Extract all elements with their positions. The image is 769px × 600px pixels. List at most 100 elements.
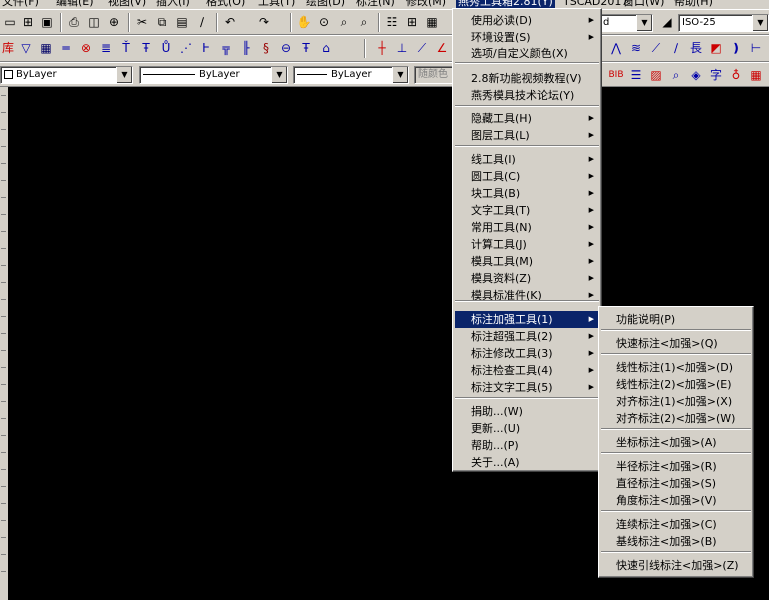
cut-icon[interactable]: ✂ <box>134 14 150 30</box>
pan-icon[interactable]: ✋ <box>296 14 312 30</box>
menu-item[interactable]: 线性标注(1)<加强>(D) <box>601 359 751 376</box>
circle-tool-icon[interactable]: ⊗ <box>78 40 94 56</box>
paste-icon[interactable]: ▤ <box>174 14 190 30</box>
block-icon[interactable]: BIB <box>608 67 624 83</box>
tool-palettes-icon[interactable]: ▦ <box>424 14 440 30</box>
menu-item[interactable]: 图层工具(L) ▶ <box>455 127 599 144</box>
copy-icon[interactable]: ⧉ <box>154 14 170 30</box>
line-icon[interactable]: ∕ <box>668 40 684 56</box>
menu-item[interactable]: 常用工具(N) ▶ <box>455 219 599 236</box>
menubar-item[interactable]: 编辑(E) <box>56 0 94 9</box>
zoom-realtime-icon[interactable]: ⊙ <box>316 14 332 30</box>
save-icon[interactable]: ▣ <box>39 14 55 30</box>
print-preview-icon[interactable]: ◫ <box>86 14 102 30</box>
menu-item[interactable]: 文字工具(T) ▶ <box>455 202 599 219</box>
design-center-icon[interactable]: ⊞ <box>404 14 420 30</box>
menubar-item[interactable]: 工具(T) <box>258 0 295 9</box>
new-file-icon[interactable]: ▭ <box>2 14 18 30</box>
menu-item[interactable]: 计算工具(J) ▶ <box>455 236 599 253</box>
leader-icon[interactable]: ⟋ <box>648 40 664 56</box>
chevron-down-icon[interactable]: ▼ <box>392 67 408 83</box>
menu-item[interactable]: 圆工具(C) ▶ <box>455 168 599 185</box>
menubar-item[interactable]: 修改(M) <box>406 0 446 9</box>
menu-item[interactable]: 线性标注(2)<加强>(E) <box>601 376 751 393</box>
bolt-icon[interactable]: ╟ <box>238 40 254 56</box>
menu-item[interactable]: 角度标注<加强>(V) <box>601 492 751 509</box>
sprue-icon[interactable]: Ŧ <box>298 40 314 56</box>
guide-pin-icon[interactable]: Ⱶ <box>198 40 214 56</box>
menu-item[interactable]: 更新...(U) <box>455 420 599 437</box>
pin-icon[interactable]: Ť <box>118 40 134 56</box>
screw-icon[interactable]: Ů <box>158 40 174 56</box>
dimstyle-combo[interactable]: ISO-25 ▼ <box>678 14 769 32</box>
brackets-icon[interactable]: ❫ <box>728 40 744 56</box>
menu-item[interactable]: 使用必读(D) ▶ <box>455 12 599 29</box>
menubar-item[interactable]: 绘图(D) <box>306 0 345 9</box>
menu-item[interactable]: 功能说明(P) <box>601 311 751 328</box>
menu-item[interactable]: 基线标注<加强>(B) <box>601 533 751 550</box>
menu-item[interactable]: 帮助...(P) <box>455 437 599 454</box>
menu-item[interactable]: 快速引线标注<加强>(Z) <box>601 557 751 574</box>
menubar-item[interactable]: 文件(F) <box>2 0 39 9</box>
menu-item[interactable]: 连续标注<加强>(C) <box>601 516 751 533</box>
stack-icon[interactable]: ≣ <box>98 40 114 56</box>
menu-item[interactable]: 标注检查工具(4) ▶ <box>455 362 599 379</box>
menubar-item[interactable]: 标注(N) <box>356 0 395 9</box>
mold-tool-icon[interactable]: ▽ <box>18 40 34 56</box>
menubar-item[interactable]: 格式(O) <box>206 0 245 9</box>
menu-item[interactable]: 标注修改工具(3) ▶ <box>455 345 599 362</box>
dim-aligned-icon[interactable]: ⟋ <box>414 40 430 56</box>
menu-item[interactable]: 模具工具(M) ▶ <box>455 253 599 270</box>
lineweight-combo[interactable]: ByLayer ▼ <box>293 66 409 84</box>
menubar-item[interactable]: 窗口(W) <box>623 0 664 9</box>
color-combo[interactable]: ByLayer ▼ <box>0 66 133 84</box>
chevron-down-icon[interactable]: ▼ <box>636 15 652 31</box>
plate-icon[interactable]: ▦ <box>38 40 54 56</box>
menu-item[interactable]: 坐标标注<加强>(A) <box>601 434 751 451</box>
menu-item[interactable]: 块工具(B) ▶ <box>455 185 599 202</box>
ejector-icon[interactable]: Ŧ <box>138 40 154 56</box>
purge-icon[interactable]: ♁ <box>728 67 744 83</box>
print-icon[interactable]: ⎙ <box>66 14 82 30</box>
menubar-item[interactable]: 插入(I) <box>156 0 190 9</box>
redo-icon[interactable]: ↷ <box>256 14 272 30</box>
text-style-combo[interactable]: d ▼ <box>599 14 653 32</box>
menu-item[interactable]: 对齐标注(1)<加强>(X) <box>601 393 751 410</box>
text-icon[interactable]: 字 <box>708 67 724 83</box>
menubar-item[interactable]: 帮助(H) <box>674 0 713 9</box>
menu-item[interactable]: 标注超强工具(2) ▶ <box>455 328 599 345</box>
menu-item[interactable]: 直径标注<加强>(S) <box>601 475 751 492</box>
linetype-combo[interactable]: ByLayer ▼ <box>139 66 288 84</box>
menu-item[interactable]: 快速标注<加强>(Q) <box>601 335 751 352</box>
zoom-window-icon[interactable]: ⌕ <box>336 14 352 30</box>
match-properties-icon[interactable]: ∕ <box>194 14 210 30</box>
properties-icon[interactable]: ☷ <box>384 14 400 30</box>
tolerance-icon[interactable]: ◩ <box>708 40 724 56</box>
menu-item[interactable]: 隐藏工具(H) ▶ <box>455 110 599 127</box>
menu-item[interactable]: 选项/自定义颜色(X) <box>455 45 599 62</box>
chevron-down-icon[interactable]: ▼ <box>271 67 287 83</box>
datum-icon[interactable]: ⊢ <box>748 40 764 56</box>
layer-icon[interactable]: ◈ <box>688 67 704 83</box>
menu-item[interactable]: 线工具(I) ▶ <box>455 151 599 168</box>
grid-icon[interactable]: ▦ <box>748 67 764 83</box>
chevron-down-icon[interactable]: ▼ <box>116 67 132 83</box>
crosshair-icon[interactable]: ┼ <box>374 40 390 56</box>
menu-item[interactable]: 环境设置(S) ▶ <box>455 29 599 46</box>
hole-icon[interactable]: ⊖ <box>278 40 294 56</box>
dim-arc-icon[interactable]: ⋀ <box>608 40 624 56</box>
menu-item[interactable]: 对齐标注(2)<加强>(W) <box>601 410 751 427</box>
zoom-previous-icon[interactable]: ⌕ <box>356 14 372 30</box>
undo-icon[interactable]: ↶ <box>222 14 238 30</box>
bushing-icon[interactable]: ╦ <box>218 40 234 56</box>
dim-linear-icon[interactable]: ⊥ <box>394 40 410 56</box>
library-icon[interactable]: 库 <box>0 40 16 56</box>
chevron-down-icon[interactable]: ▼ <box>752 15 768 31</box>
open-file-icon[interactable]: ⊞ <box>20 14 36 30</box>
double-line-icon[interactable]: ═ <box>58 40 74 56</box>
menu-item[interactable]: 标注文字工具(5) ▶ <box>455 379 599 396</box>
menu-item[interactable]: 标注加强工具(1) ▶ <box>455 311 599 328</box>
spring-icon[interactable]: § <box>258 40 274 56</box>
menubar-item[interactable]: 视图(V) <box>108 0 146 9</box>
menu-item[interactable]: 2.8新功能视频教程(V) <box>455 70 599 87</box>
